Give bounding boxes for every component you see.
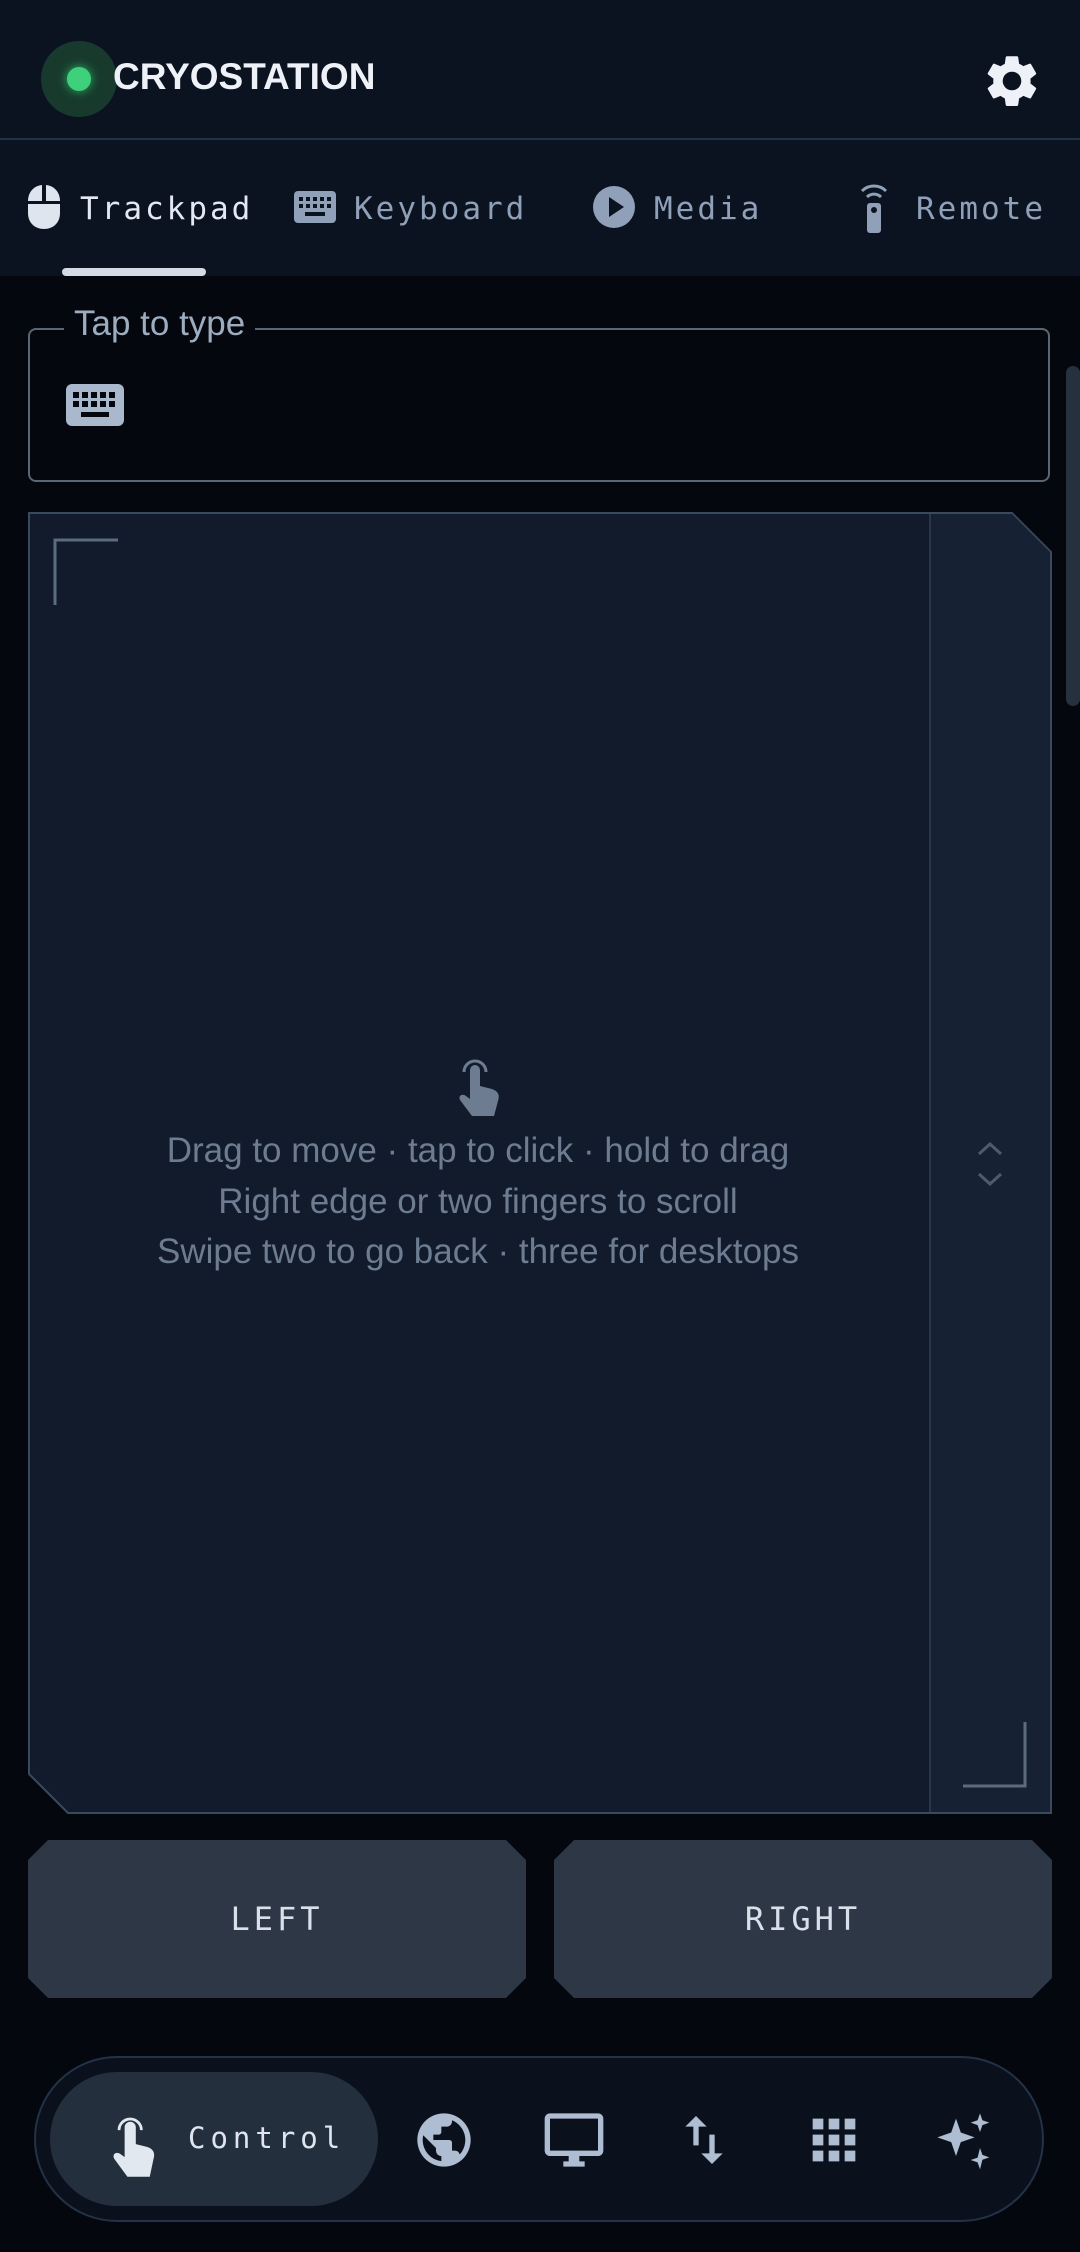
play-circle-icon xyxy=(592,185,636,234)
sparkles-icon xyxy=(937,2113,990,2170)
app-title: CRYOSTATION xyxy=(113,56,376,97)
transfer-arrows-icon xyxy=(685,2116,723,2164)
mode-tabs: Trackpad Keyboard Media Remote xyxy=(0,140,1080,276)
tab-trackpad[interactable]: Trackpad xyxy=(26,184,253,234)
settings-button[interactable] xyxy=(981,50,1043,112)
type-input-field[interactable] xyxy=(28,328,1050,482)
chevron-up-down-icon xyxy=(972,1136,1008,1197)
trackpad-hint-2: Right edge or two fingers to scroll xyxy=(218,1182,738,1221)
tab-label: Remote xyxy=(916,191,1046,227)
left-click-label: LEFT xyxy=(230,1900,324,1938)
nav-control-label: Control xyxy=(188,2121,346,2155)
remote-icon xyxy=(856,181,892,238)
right-click-label: RIGHT xyxy=(744,1900,862,1938)
touch-icon xyxy=(106,2112,160,2185)
monitor-icon xyxy=(544,2113,604,2167)
app-header: CRYOSTATION xyxy=(0,0,1080,140)
nav-item-display[interactable] xyxy=(542,2108,606,2172)
globe-icon xyxy=(417,2113,471,2167)
left-click-button[interactable]: LEFT xyxy=(28,1840,526,1998)
type-input-label: Tap to type xyxy=(64,304,256,344)
nav-item-transfer[interactable] xyxy=(672,2108,736,2172)
gear-icon xyxy=(987,56,1037,106)
trackpad-hint-1: Drag to move · tap to click · hold to dr… xyxy=(166,1131,790,1170)
page-scrollbar[interactable] xyxy=(1066,366,1080,706)
active-tab-indicator xyxy=(62,268,206,276)
nav-item-web[interactable] xyxy=(412,2108,476,2172)
keyboard-icon xyxy=(66,384,124,431)
tab-label: Media xyxy=(654,191,763,227)
keyboard-icon xyxy=(294,190,336,228)
touch-icon xyxy=(448,1056,506,1123)
tab-label: Trackpad xyxy=(80,191,254,227)
mouse-icon xyxy=(26,183,62,236)
right-click-button[interactable]: RIGHT xyxy=(554,1840,1052,1998)
tab-label: Keyboard xyxy=(354,191,528,227)
status-dot xyxy=(67,67,91,91)
tab-keyboard[interactable]: Keyboard xyxy=(294,184,527,234)
nav-item-assistant[interactable] xyxy=(932,2108,996,2172)
trackpad-hint-3: Swipe two to go back · three for desktop… xyxy=(157,1232,799,1271)
nav-item-apps[interactable] xyxy=(802,2108,866,2172)
tab-media[interactable]: Media xyxy=(592,184,762,234)
tab-remote[interactable]: Remote xyxy=(856,184,1046,234)
apps-grid-icon xyxy=(812,2118,856,2162)
